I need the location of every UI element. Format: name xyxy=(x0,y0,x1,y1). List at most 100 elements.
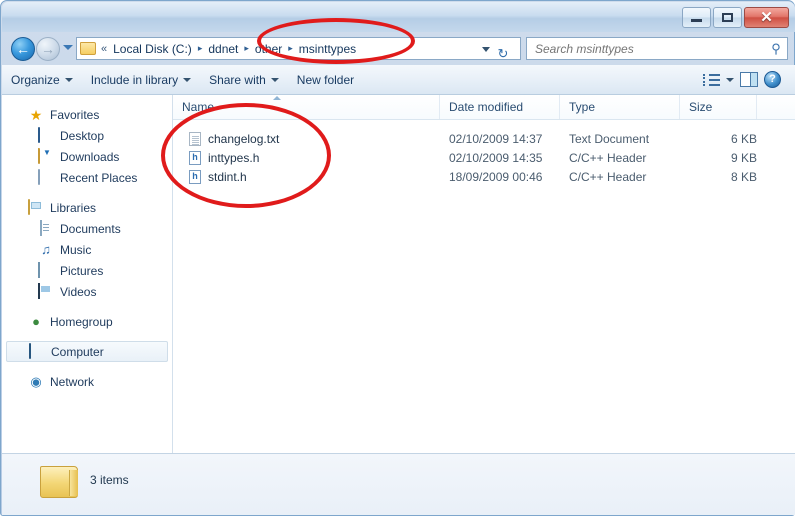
column-header-type[interactable]: Type xyxy=(560,95,680,119)
table-row[interactable]: h stdint.h 18/09/2009 00:46 C/C++ Header… xyxy=(173,167,795,186)
column-header-size-label: Size xyxy=(689,100,712,114)
address-history-chevron-down-icon[interactable] xyxy=(482,47,490,52)
share-with-button[interactable]: Share with xyxy=(200,70,288,90)
breadcrumb-item-local-disk[interactable]: Local Disk (C:) xyxy=(110,40,195,58)
text-document-icon xyxy=(189,132,201,146)
sidebar-item-label: Libraries xyxy=(50,201,96,215)
sidebar-item-favorites[interactable]: ★ Favorites xyxy=(2,104,172,125)
close-icon: ✕ xyxy=(760,10,773,25)
breadcrumb-chevron-icon[interactable]: ▸ xyxy=(241,44,252,53)
breadcrumb-item-msinttypes[interactable]: msinttypes xyxy=(296,40,359,58)
forward-arrow-icon: → xyxy=(37,38,59,60)
nav-group-favorites: ★ Favorites Desktop Downloads Recent Pla… xyxy=(2,104,172,188)
help-icon[interactable]: ? xyxy=(764,71,781,88)
title-bar: ✕ xyxy=(2,2,795,32)
sidebar-item-label: Desktop xyxy=(60,129,104,143)
sidebar-item-recent-places[interactable]: Recent Places xyxy=(2,167,172,188)
preview-pane-icon[interactable] xyxy=(740,72,758,87)
network-icon: ◉ xyxy=(28,374,44,390)
change-view-chevron-down-icon[interactable] xyxy=(726,78,734,82)
search-icon[interactable]: ⚲ xyxy=(765,41,787,57)
minimize-icon xyxy=(691,19,702,22)
new-folder-label: New folder xyxy=(297,73,354,87)
sidebar-item-label: Computer xyxy=(51,345,104,359)
music-icon: ♫ xyxy=(38,242,54,258)
command-toolbar: Organize Include in library Share with N… xyxy=(2,65,795,95)
forward-button[interactable]: → xyxy=(36,37,60,61)
back-arrow-icon: ← xyxy=(12,38,34,60)
breadcrumb[interactable]: « Local Disk (C:) ▸ ddnet ▸ other ▸ msin… xyxy=(76,37,521,60)
new-folder-button[interactable]: New folder xyxy=(288,70,363,90)
file-date-cell: 02/10/2009 14:37 xyxy=(440,132,560,146)
back-button[interactable]: ← xyxy=(11,37,35,61)
downloads-icon xyxy=(38,149,54,165)
nav-group-homegroup: ● Homegroup xyxy=(2,311,172,332)
sidebar-item-downloads[interactable]: Downloads xyxy=(2,146,172,167)
breadcrumb-chevron-icon[interactable]: ▸ xyxy=(285,44,296,53)
sidebar-item-network[interactable]: ◉ Network xyxy=(2,371,172,392)
include-in-library-label: Include in library xyxy=(91,73,178,87)
breadcrumb-item-ddnet[interactable]: ddnet xyxy=(205,40,241,58)
sidebar-item-documents[interactable]: Documents xyxy=(2,218,172,239)
sidebar-item-label: Homegroup xyxy=(50,315,113,329)
sidebar-item-videos[interactable]: Videos xyxy=(2,281,172,302)
navigation-pane[interactable]: ★ Favorites Desktop Downloads Recent Pla… xyxy=(2,95,173,453)
restore-icon xyxy=(722,13,733,22)
breadcrumb-chevron-icon[interactable]: ▸ xyxy=(195,44,206,53)
sidebar-item-libraries[interactable]: Libraries xyxy=(2,197,172,218)
explorer-window: ✕ ← → « Local Disk (C:) ▸ ddnet ▸ other … xyxy=(0,0,795,516)
nav-group-libraries: Libraries Documents ♫ Music Pictures Vid… xyxy=(2,197,172,302)
chevron-down-icon xyxy=(183,78,191,82)
sidebar-item-desktop[interactable]: Desktop xyxy=(2,125,172,146)
file-list-pane[interactable]: Name Date modified Type Size chang xyxy=(173,95,795,453)
refresh-icon[interactable]: ↻ xyxy=(493,43,513,64)
c-header-icon: h xyxy=(189,170,201,184)
column-header-date-modified[interactable]: Date modified xyxy=(440,95,560,119)
pictures-icon xyxy=(38,263,54,279)
file-size-cell: 9 KB xyxy=(680,151,757,165)
nav-group-computer: Computer xyxy=(2,341,172,362)
file-name-cell[interactable]: changelog.txt xyxy=(173,132,440,146)
item-count-label: 3 items xyxy=(90,473,129,487)
file-name-cell[interactable]: h stdint.h xyxy=(173,170,440,184)
window-body: ★ Favorites Desktop Downloads Recent Pla… xyxy=(2,95,795,453)
column-header-name[interactable]: Name xyxy=(173,95,440,119)
share-with-label: Share with xyxy=(209,73,266,87)
chevron-down-icon xyxy=(271,78,279,82)
column-header-spacer xyxy=(757,95,795,119)
file-size-cell: 8 KB xyxy=(680,170,757,184)
breadcrumb-item-other[interactable]: other xyxy=(252,40,285,58)
status-bar: 3 items xyxy=(2,453,795,515)
recent-locations-chevron-down-icon[interactable] xyxy=(63,45,73,50)
sidebar-item-pictures[interactable]: Pictures xyxy=(2,260,172,281)
sidebar-item-label: Documents xyxy=(60,222,121,236)
star-icon: ★ xyxy=(28,107,44,123)
maximize-restore-button[interactable] xyxy=(713,7,742,28)
libraries-icon xyxy=(28,200,44,216)
desktop-icon xyxy=(38,128,54,144)
close-button[interactable]: ✕ xyxy=(744,7,789,28)
file-name-cell[interactable]: h inttypes.h xyxy=(173,151,440,165)
file-size-cell: 6 KB xyxy=(680,132,757,146)
organize-button[interactable]: Organize xyxy=(2,70,82,90)
table-row[interactable]: h inttypes.h 02/10/2009 14:35 C/C++ Head… xyxy=(173,148,795,167)
search-box[interactable]: ⚲ xyxy=(526,37,788,60)
sidebar-item-homegroup[interactable]: ● Homegroup xyxy=(2,311,172,332)
sidebar-item-label: Pictures xyxy=(60,264,103,278)
homegroup-icon: ● xyxy=(28,314,44,330)
sidebar-item-computer[interactable]: Computer xyxy=(6,341,168,362)
window-controls: ✕ xyxy=(682,7,789,28)
organize-label: Organize xyxy=(11,73,60,87)
change-view-icon[interactable] xyxy=(703,73,720,87)
search-input[interactable] xyxy=(527,41,765,57)
toolbar-right-group: ? xyxy=(703,71,795,88)
recent-places-icon xyxy=(38,170,54,186)
breadcrumb-overflow-icon[interactable]: « xyxy=(101,43,107,55)
file-date-cell: 02/10/2009 14:35 xyxy=(440,151,560,165)
table-row[interactable]: changelog.txt 02/10/2009 14:37 Text Docu… xyxy=(173,129,795,148)
minimize-button[interactable] xyxy=(682,7,711,28)
column-header-size[interactable]: Size xyxy=(680,95,757,119)
sidebar-item-music[interactable]: ♫ Music xyxy=(2,239,172,260)
file-name-label: inttypes.h xyxy=(208,151,259,165)
include-in-library-button[interactable]: Include in library xyxy=(82,70,200,90)
